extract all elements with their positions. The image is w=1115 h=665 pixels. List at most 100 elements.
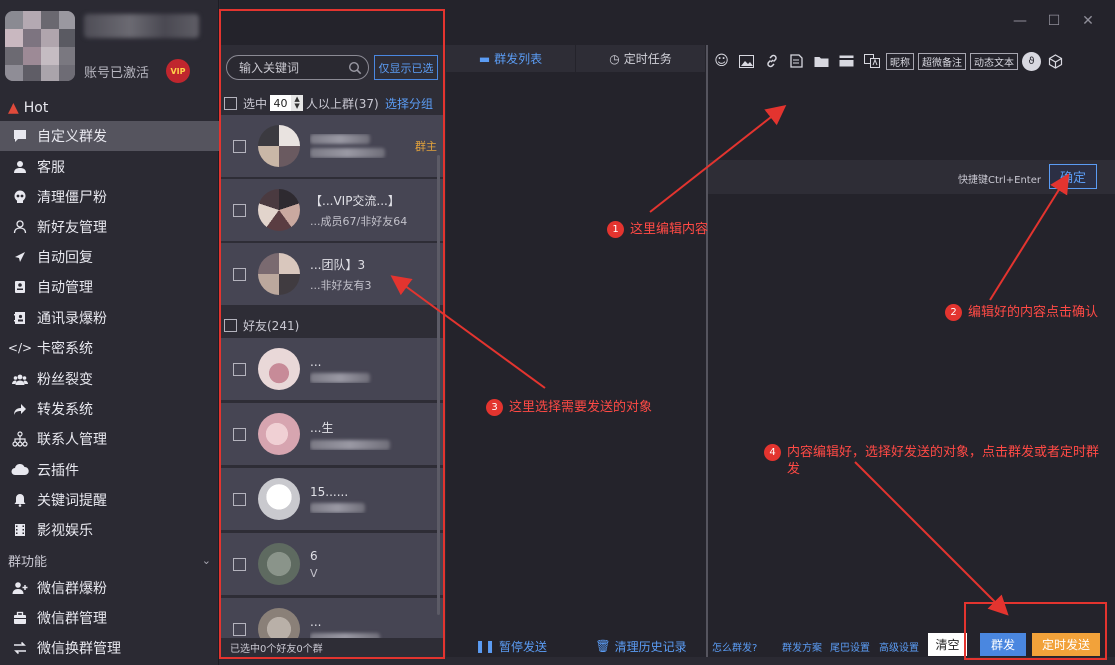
select-all-groups-checkbox[interactable] — [224, 96, 237, 110]
share-icon — [10, 399, 30, 419]
sidebar-item-wechat-group-management[interactable]: 微信群管理 — [0, 603, 219, 633]
group-sub: ...成员67/非好友64 — [310, 214, 408, 228]
clear-button[interactable]: 清空 — [928, 633, 967, 656]
row-checkbox[interactable] — [233, 492, 246, 506]
sidebar-item-keyword-alert[interactable]: 关键词提醒 — [0, 485, 219, 515]
group-row[interactable]: 群主 — [221, 115, 443, 178]
shortcut-hint: 快捷键Ctrl+Enter — [957, 175, 1041, 186]
link-icon[interactable] — [761, 51, 782, 72]
folder-icon[interactable] — [811, 51, 832, 72]
emoji-icon[interactable]: ☺ — [711, 51, 732, 72]
middle-footer: ❚❚ 暂停发送 🗑︎ 清理历史记录 — [446, 635, 706, 657]
sidebar-item-wechat-group-swap[interactable]: 微信换群管理 — [0, 633, 219, 663]
row-checkbox[interactable] — [233, 362, 246, 376]
sidebar-item-wechat-group-boost[interactable]: 微信群爆粉 — [0, 573, 219, 603]
friend-avatar — [258, 478, 300, 520]
sidebar-item-movies-entertainment[interactable]: 影视娱乐 — [0, 515, 219, 545]
row-checkbox[interactable] — [233, 139, 246, 153]
image-icon[interactable] — [736, 51, 757, 72]
sidebar-item-auto-reply[interactable]: 自动回复 — [0, 242, 219, 272]
sidebar-item-contact-management[interactable]: 联系人管理 — [0, 424, 219, 454]
sidebar-item-clean-zombie-fans[interactable]: 清理僵尸粉 — [0, 182, 219, 212]
sidebar-item-cloud-plugin[interactable]: 云插件 — [0, 455, 219, 485]
groups-header: 选中 40 ▲ ▼ 人以上群(37) 选择分组 — [221, 91, 443, 115]
sidebar-item-label: 微信群爆粉 — [37, 581, 107, 597]
search-input[interactable] — [239, 60, 347, 75]
super-remark-button[interactable]: 超微备注 — [918, 52, 966, 70]
search-icon[interactable] — [348, 61, 362, 75]
friend-row[interactable]: 6 V — [221, 533, 443, 596]
how-to-mass-send-link[interactable]: 怎么群发? — [712, 639, 757, 654]
chat-bubble-icon: ▬ — [478, 51, 491, 66]
fans-icon — [10, 369, 30, 389]
tab-scheduled-tasks[interactable]: ◷ 定时任务 — [576, 45, 706, 72]
tail-settings-link[interactable]: 尾巴设置 — [830, 639, 870, 654]
row-checkbox[interactable] — [233, 267, 246, 281]
sidebar-item-custom-mass-send[interactable]: 自定义群发 — [0, 121, 219, 151]
sidebar-item-card-key-system[interactable]: </> 卡密系统 — [0, 333, 219, 363]
nickname-button[interactable]: 昵称 — [886, 52, 914, 70]
cube-icon[interactable] — [1045, 51, 1066, 72]
group-row[interactable]: 【...VIP交流...】 ...成员67/非好友64 — [221, 179, 443, 242]
friend-row[interactable]: 1​5...... — [221, 468, 443, 531]
bell-icon — [10, 490, 30, 510]
stepper-arrows-icon[interactable]: ▲ ▼ — [291, 95, 304, 111]
sidebar-item-fan-fission[interactable]: 粉丝裂变 — [0, 364, 219, 394]
maximize-icon[interactable]: ☐ — [1043, 10, 1065, 32]
translate-icon[interactable] — [861, 51, 882, 72]
group-avatar — [258, 125, 300, 167]
row-checkbox[interactable] — [233, 622, 246, 636]
row-checkbox[interactable] — [233, 203, 246, 217]
sidebar-item-label: 云插件 — [37, 463, 79, 479]
avatar[interactable] — [5, 11, 75, 81]
sidebar-item-contacts-boost[interactable]: 通讯录爆粉 — [0, 303, 219, 333]
group-row[interactable]: ...团队】3 ...非好友有3 — [221, 243, 443, 306]
group-name: ...团队】3 — [310, 257, 366, 272]
friend-avatar — [258, 348, 300, 390]
row-checkbox[interactable] — [233, 427, 246, 441]
address-book-icon — [10, 308, 30, 328]
minimize-icon[interactable]: — — [1009, 10, 1031, 32]
clear-history-button[interactable]: 🗑︎ 清理历史记录 — [576, 635, 706, 657]
friend-name: ... — [310, 615, 322, 629]
document-icon[interactable] — [786, 51, 807, 72]
sidebar-item-new-friend-management[interactable]: 新好友管理 — [0, 212, 219, 242]
only-selected-toggle[interactable]: 仅显示已选 — [374, 55, 438, 80]
select-all-friends-checkbox[interactable] — [224, 318, 237, 332]
group-name: 【...VIP交流...】 — [310, 193, 400, 208]
select-label: 选中 — [243, 96, 268, 111]
friend-row[interactable]: ...生 — [221, 403, 443, 466]
row-checkbox[interactable] — [233, 557, 246, 571]
mass-send-button[interactable]: 群发 — [980, 633, 1026, 656]
mass-send-plan-link[interactable]: 群发方案 — [782, 639, 822, 654]
sidebar-item-customer-service[interactable]: 客服 — [0, 152, 219, 182]
friend-name: ... — [310, 355, 322, 369]
tab-mass-send-list[interactable]: ▬ 群发列表 — [446, 45, 576, 72]
advanced-settings-link[interactable]: 高级设置 — [879, 639, 919, 654]
group-functions-section[interactable]: 群功能 ⌄ — [0, 548, 219, 572]
selection-summary: 已选中0个好友0个群 — [221, 638, 443, 657]
skull-icon — [10, 187, 30, 207]
member-count-value[interactable]: 40 — [270, 95, 292, 111]
message-edit-area[interactable] — [708, 77, 1115, 160]
sidebar-item-forward-system[interactable]: 转发系统 — [0, 394, 219, 424]
close-icon[interactable]: ✕ — [1077, 10, 1099, 32]
code-icon: </> — [7, 341, 33, 355]
tab-label: 定时任务 — [623, 52, 672, 66]
clear-history-label: 清理历史记录 — [614, 639, 687, 654]
sidebar-item-auto-management[interactable]: 自动管理 — [0, 272, 219, 302]
contacts-scrollbar[interactable] — [437, 155, 440, 615]
dynamic-text-button[interactable]: 动态文本 — [970, 52, 1018, 70]
pause-send-button[interactable]: ❚❚ 暂停发送 — [446, 635, 576, 657]
friend-row[interactable]: ... — [221, 338, 443, 401]
mini-program-icon[interactable]: ϑ — [1022, 51, 1041, 71]
trash-icon: 🗑︎ — [595, 639, 611, 653]
choose-group-link[interactable]: 选择分组 — [385, 95, 433, 112]
friend-name: ...生 — [310, 420, 334, 435]
swap-icon — [10, 638, 30, 658]
scheduled-send-button[interactable]: 定时发送 — [1032, 633, 1100, 656]
confirm-button[interactable]: 确定 — [1049, 164, 1097, 189]
card-icon[interactable] — [836, 51, 857, 72]
mass-send-list-panel: ▬ 群发列表 ◷ 定时任务 ❚❚ 暂停发送 🗑︎ 清理历史记录 — [446, 45, 706, 657]
member-count-stepper[interactable]: 40 ▲ ▼ — [270, 95, 304, 111]
